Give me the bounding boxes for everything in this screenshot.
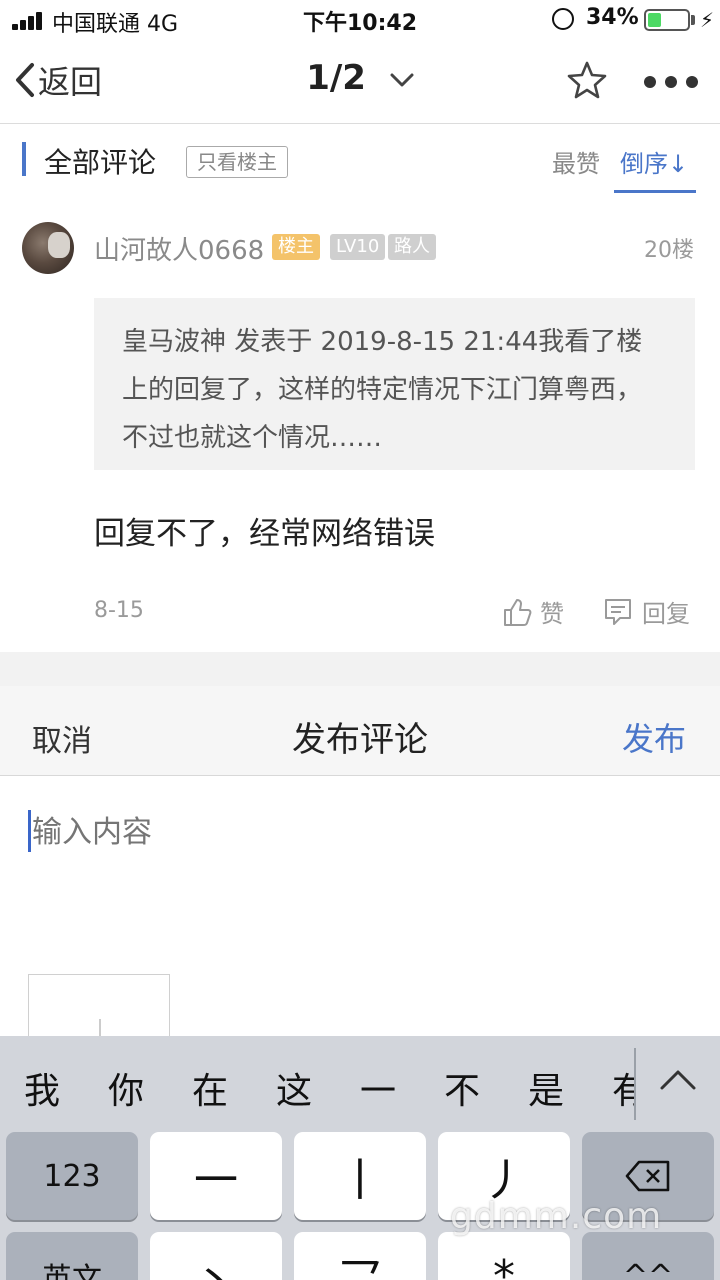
comment-icon: [605, 598, 631, 625]
wildcard-key[interactable]: *: [438, 1232, 570, 1280]
battery-cap: [691, 15, 695, 25]
star-icon[interactable]: [566, 60, 608, 100]
candidate-8[interactable]: 有: [612, 1062, 634, 1114]
section-title: 全部评论: [44, 146, 157, 179]
chevron-up-icon[interactable]: [656, 1060, 700, 1096]
compose-title: 发布评论: [292, 720, 428, 760]
keyboard: 我 你 在 这 一 不 是 有 123 一 丨 丿 英文 丶 乛 * ^^: [0, 1036, 720, 1280]
stroke-dot-label: 丶: [194, 1244, 238, 1280]
stroke-dot-key[interactable]: 丶: [150, 1232, 282, 1280]
role-badge: 路人: [388, 234, 436, 260]
only-op-button[interactable]: 只看楼主: [186, 146, 288, 178]
candidate-3[interactable]: 在: [192, 1062, 228, 1114]
sort-desc-tab[interactable]: 倒序↓: [620, 144, 688, 179]
sort-top-tab[interactable]: 最赞: [552, 144, 600, 179]
english-key-label: 英文: [42, 1262, 102, 1280]
nav-bar: 返回 1/2: [0, 40, 720, 124]
avatar[interactable]: [22, 222, 74, 274]
stroke-vertical-label: 丨: [338, 1155, 382, 1206]
active-sort-underline: [614, 190, 696, 193]
emoticon-label: ^^: [622, 1258, 674, 1280]
quoted-reply[interactable]: 皇马波神 发表于 2019-8-15 21:44我看了楼上的回复了，这样的特定情…: [94, 298, 695, 470]
backspace-icon: [625, 1160, 670, 1192]
candidate-6[interactable]: 不: [444, 1062, 480, 1114]
stroke-turn-label: 乛: [338, 1244, 382, 1280]
stroke-turn-key[interactable]: 乛: [294, 1232, 426, 1280]
floor-number: 20楼: [644, 238, 694, 263]
text-caret: [28, 810, 31, 852]
wildcard-label: *: [493, 1250, 515, 1280]
stroke-horizontal-key[interactable]: 一: [150, 1132, 282, 1220]
numbers-key[interactable]: 123: [6, 1132, 138, 1220]
comment-input[interactable]: [28, 808, 688, 856]
page-selector[interactable]: 1/2: [0, 58, 720, 98]
emoticon-key[interactable]: ^^: [582, 1232, 714, 1280]
comment-date: 8-15: [94, 598, 144, 623]
candidate-1[interactable]: 我: [24, 1062, 60, 1114]
like-label: 赞: [540, 600, 564, 628]
comment-text: 回复不了，经常网络错误: [94, 516, 435, 552]
battery-icon: [644, 9, 690, 31]
section-accent-bar: [22, 142, 26, 176]
op-badge: 楼主: [272, 234, 320, 260]
stroke-vertical-key[interactable]: 丨: [294, 1132, 426, 1220]
reply-label: 回复: [642, 600, 690, 628]
thumbs-up-icon: [504, 598, 532, 626]
charging-icon: ⚡: [700, 8, 715, 32]
battery-percent: 34%: [586, 5, 639, 30]
candidate-2[interactable]: 你: [108, 1062, 144, 1114]
candidate-4[interactable]: 这: [276, 1062, 312, 1114]
section-gap: [0, 652, 720, 686]
comments-header: 全部评论 只看楼主 最赞 倒序↓: [0, 124, 720, 198]
candidate-5[interactable]: 一: [360, 1062, 396, 1114]
like-button[interactable]: 赞: [502, 594, 564, 629]
candidate-divider: [634, 1048, 636, 1120]
publish-button[interactable]: 发布: [622, 714, 686, 760]
candidate-bar: 我 你 在 这 一 不 是 有: [0, 1036, 720, 1124]
chevron-down-icon: [390, 73, 414, 86]
numbers-key-label: 123: [43, 1158, 101, 1194]
compose-header: 取消 发布评论 发布: [0, 686, 720, 776]
english-key[interactable]: 英文: [6, 1232, 138, 1280]
level-badge: LV10: [330, 234, 386, 260]
candidate-7[interactable]: 是: [528, 1062, 564, 1114]
page-indicator: 1/2: [306, 58, 366, 98]
more-options-icon[interactable]: [644, 76, 698, 88]
watermark: gdmm.com: [450, 1196, 663, 1237]
reply-button[interactable]: 回复: [602, 594, 690, 629]
rotation-lock-icon: [552, 8, 574, 30]
comment-username[interactable]: 山河故人0668: [94, 230, 264, 267]
stroke-horizontal-label: 一: [194, 1155, 238, 1206]
status-bar: 中国联通 4G 下午10:42 34% ⚡: [0, 0, 720, 40]
